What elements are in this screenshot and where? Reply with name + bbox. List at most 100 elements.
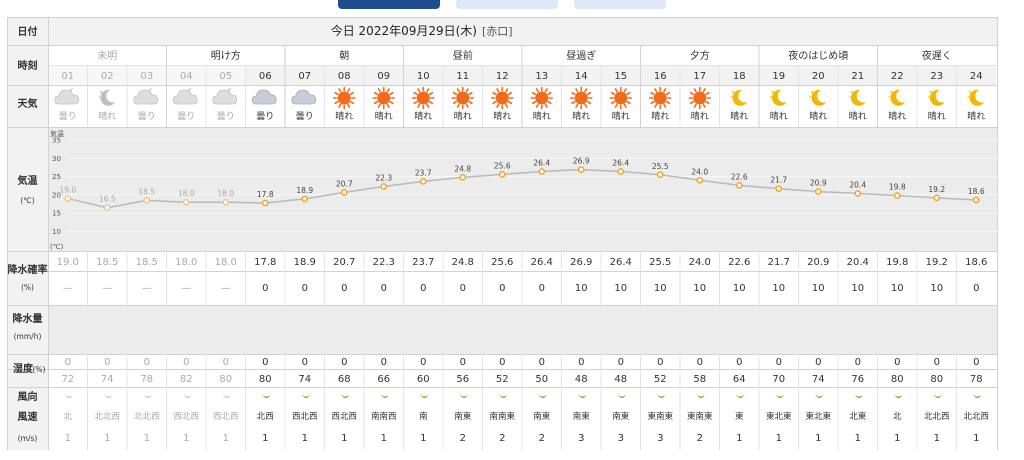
wind-speed-value: 1 [381,433,387,444]
precip-probability-value: 10 [733,283,746,294]
precip-probability-value: 10 [693,283,706,294]
wind-direction-text: 南南東 [489,411,515,422]
wind-speed-value: 1 [104,433,110,444]
hour-label-21: 21 [851,71,864,82]
hour-label-17: 17 [693,71,706,82]
period-label-1: 未明 [97,50,117,62]
temperature-value: 19.0 [57,257,79,268]
wind-direction-text: 東 [735,411,744,422]
hour-label-11: 11 [456,71,469,82]
wind-speed-value: 3 [618,433,624,444]
hour-label-12: 12 [496,71,509,82]
wind-speed-value: 1 [341,433,347,444]
wind-direction-text: 東南東 [647,411,673,422]
y-tick-label: 10 [52,228,61,236]
y-axis-top-label: 気温 [50,129,64,138]
weather-text: 晴れ [691,110,709,122]
precip-amount-value: 0 [104,357,110,368]
temperature-point [301,195,309,203]
weather-text: 晴れ [572,110,590,122]
weather-text: 晴れ [809,110,827,122]
precip-probability-value: 0 [460,283,466,294]
wind-direction-text: 南東 [612,411,630,422]
temperature-value: 25.5 [649,257,671,268]
weather-text: 晴れ [849,110,867,122]
row-label-time: 時刻 [18,59,38,72]
temperature-value: 20.7 [333,257,355,268]
hour-label-14: 14 [575,71,588,82]
tab-tomorrow[interactable] [456,0,558,9]
weather-text: 曇り [217,111,235,122]
wind-direction-text: 北 [893,412,902,422]
wind-speed-value: 2 [697,433,703,444]
row-label-wind-speed-unit: (m/s) [18,434,38,443]
precip-amount-value: 0 [736,357,742,368]
precip-amount-value: 0 [65,357,71,368]
weather-text: 晴れ [770,110,788,122]
hour-label-19: 19 [772,71,785,82]
y-tick-label: 30 [52,155,61,163]
wind-speed-value: 1 [815,433,821,444]
precip-probability-value: — [102,283,112,294]
temperature-point [459,173,467,181]
humidity-value: 56 [456,374,469,385]
row-label-date: 日付 [18,25,38,38]
date-title: 今日 2022年09月29日(木) [331,23,477,38]
humidity-value: 80 [259,374,272,385]
y-axis-bottom-label: (℃) [50,243,64,251]
temperature-data-label: 25.5 [652,162,669,171]
period-label-7: 夜のはじめ頃 [788,49,848,62]
precip-probability-value: 10 [575,283,588,294]
temperature-data-label: 26.9 [573,157,590,166]
precip-probability-value: — [221,283,231,294]
humidity-value: 76 [851,374,864,385]
precip-probability-value: 10 [772,283,785,294]
hour-label-23: 23 [930,71,943,82]
temperature-point [972,196,980,204]
temperature-value: 20.4 [847,257,869,268]
top-tab-bar [0,0,1024,10]
temperature-value: 26.4 [610,257,632,268]
hour-label-13: 13 [535,71,548,82]
temperature-value: 17.8 [254,257,276,268]
weather-text: 晴れ [967,110,985,122]
humidity-value: 68 [338,374,351,385]
temperature-value: 19.8 [886,257,908,268]
precip-amount-value: 0 [697,357,703,368]
hour-label-02: 02 [101,71,114,82]
weather-text: 晴れ [612,110,630,122]
temperature-value: 26.4 [531,257,553,268]
tab-today[interactable] [338,0,440,9]
precip-probability-value: 10 [930,283,943,294]
temperature-point [696,176,704,184]
hour-label-10: 10 [417,71,430,82]
humidity-value: 52 [654,374,667,385]
humidity-value: 78 [970,374,983,385]
precip-amount-value: 0 [381,357,387,368]
precip-amount-value: 0 [618,357,624,368]
temperature-data-label: 18.0 [217,189,234,198]
wind-speed-value: 1 [776,433,782,444]
temperature-data-label: 26.4 [612,158,629,167]
precip-probability-value: — [142,283,152,294]
precip-probability-value: 0 [420,283,426,294]
weather-text: 晴れ [533,110,551,122]
humidity-value: 74 [812,374,825,385]
weather-text: 晴れ [928,110,946,122]
precip-probability-value: 10 [654,283,667,294]
wind-direction-text: 東北東 [805,411,831,422]
temperature-point [814,188,822,195]
row-label-wind-direction: 風向 [18,390,38,403]
wind-direction-text: 北北西 [924,412,950,422]
temperature-data-label: 18.9 [296,186,313,195]
temperature-point [854,190,862,197]
temperature-value: 26.9 [570,257,592,268]
precip-amount-value: 0 [499,357,505,368]
precip-amount-value: 0 [855,357,861,368]
temperature-value: 24.0 [689,257,711,268]
temperature-point [222,198,230,206]
tab-day-after[interactable] [574,0,666,9]
period-label-4: 昼前 [453,49,473,62]
precip-probability-value: 0 [341,283,347,294]
weather-text: 晴れ [888,110,906,122]
